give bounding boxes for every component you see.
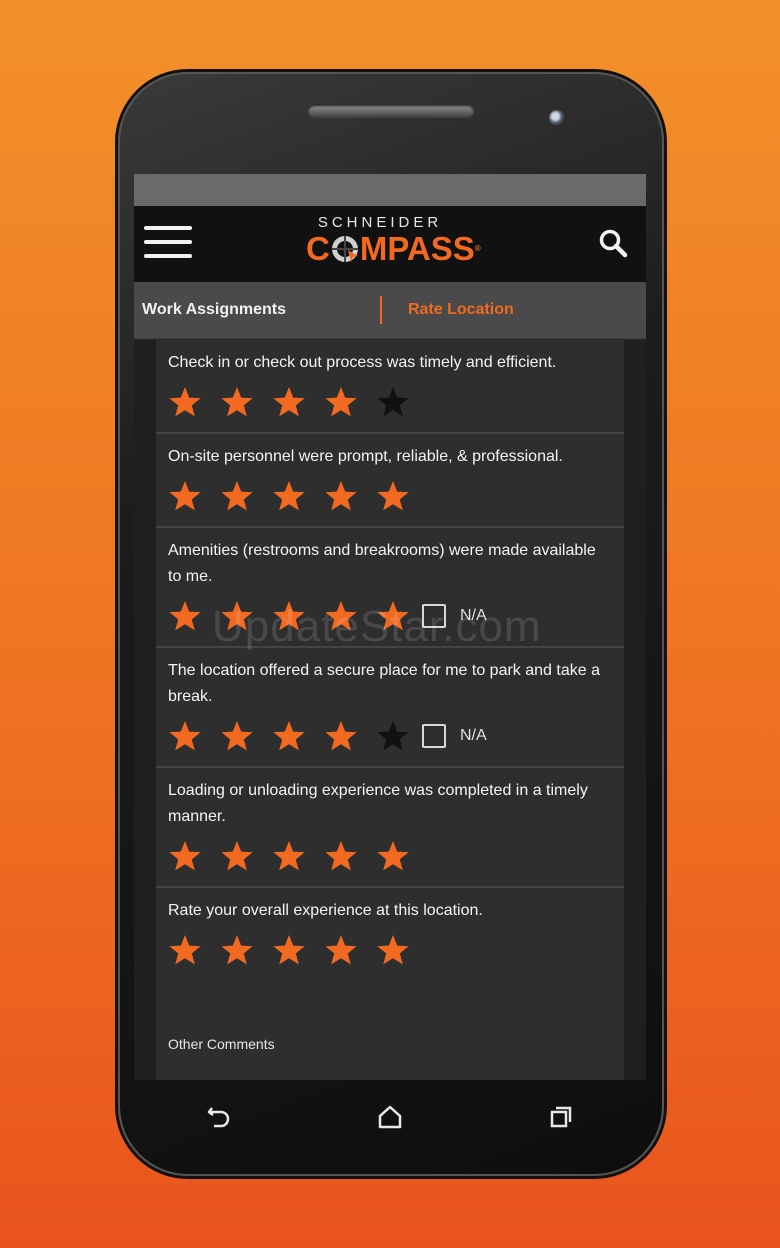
star-filled-icon[interactable] [168, 839, 202, 873]
na-checkbox[interactable]: N/A [422, 724, 487, 748]
rating-question: Rate your overall experience at this loc… [156, 888, 624, 980]
earpiece-speaker [308, 104, 474, 118]
star-rating [168, 930, 612, 970]
star-filled-icon[interactable] [220, 385, 254, 419]
star-filled-icon[interactable] [376, 839, 410, 873]
recents-icon[interactable] [541, 1097, 581, 1137]
rating-question: Check in or check out process was timely… [156, 340, 624, 434]
star-filled-icon[interactable] [168, 933, 202, 967]
rating-question: On-site personnel were prompt, reliable,… [156, 434, 624, 528]
rating-question: Loading or unloading experience was comp… [156, 768, 624, 888]
star-filled-icon[interactable] [272, 933, 306, 967]
star-filled-icon[interactable] [220, 839, 254, 873]
front-camera [549, 110, 565, 126]
star-filled-icon[interactable] [272, 839, 306, 873]
star-filled-icon[interactable] [220, 719, 254, 753]
status-bar [134, 174, 646, 206]
rating-form: Check in or check out process was timely… [156, 340, 624, 1080]
tab-rate-location[interactable]: Rate Location [382, 282, 646, 338]
tab-work-assignments[interactable]: Work Assignments [134, 296, 382, 324]
question-text: The location offered a secure place for … [168, 662, 600, 705]
star-filled-icon[interactable] [168, 479, 202, 513]
star-filled-icon[interactable] [272, 385, 306, 419]
star-empty-icon[interactable] [376, 385, 410, 419]
star-filled-icon[interactable] [324, 385, 358, 419]
compass-target-icon [330, 234, 360, 264]
rating-question: The location offered a secure place for … [156, 648, 624, 768]
watermark-text: UpdateStar.com [212, 602, 542, 651]
star-rating [168, 476, 612, 516]
other-comments-label: Other Comments [168, 1036, 275, 1052]
app-header: SCHNEIDER C MPASS® [134, 206, 646, 282]
star-rating [168, 382, 612, 422]
star-filled-icon[interactable] [376, 933, 410, 967]
star-filled-icon[interactable] [324, 479, 358, 513]
checkbox-icon [422, 724, 446, 748]
star-rating [168, 836, 612, 876]
star-filled-icon[interactable] [376, 479, 410, 513]
question-text: Loading or unloading experience was comp… [168, 782, 588, 825]
star-empty-icon[interactable] [376, 719, 410, 753]
schneider-compass-logo: SCHNEIDER C MPASS® [306, 214, 506, 276]
question-text: Amenities (restrooms and breakrooms) wer… [168, 542, 596, 585]
star-filled-icon[interactable] [168, 719, 202, 753]
android-nav-bar [134, 1082, 646, 1152]
question-text: On-site personnel were prompt, reliable,… [168, 448, 563, 465]
star-filled-icon[interactable] [324, 933, 358, 967]
star-filled-icon[interactable] [324, 719, 358, 753]
logo-main-text: C MPASS® [306, 230, 481, 267]
hamburger-menu-icon[interactable] [144, 226, 192, 260]
star-filled-icon[interactable] [272, 479, 306, 513]
star-rating: N/A [168, 716, 612, 756]
question-text: Check in or check out process was timely… [168, 354, 557, 371]
home-icon[interactable] [370, 1097, 410, 1137]
star-filled-icon[interactable] [324, 839, 358, 873]
star-filled-icon[interactable] [168, 599, 202, 633]
question-text: Rate your overall experience at this loc… [168, 902, 483, 919]
back-icon[interactable] [199, 1097, 239, 1137]
tab-bar: Work Assignments Rate Location [134, 282, 646, 339]
na-label: N/A [460, 727, 487, 744]
star-filled-icon[interactable] [168, 385, 202, 419]
star-filled-icon[interactable] [220, 479, 254, 513]
star-filled-icon[interactable] [220, 933, 254, 967]
search-icon[interactable] [598, 228, 628, 258]
star-filled-icon[interactable] [272, 719, 306, 753]
logo-top-text: SCHNEIDER [317, 214, 443, 231]
